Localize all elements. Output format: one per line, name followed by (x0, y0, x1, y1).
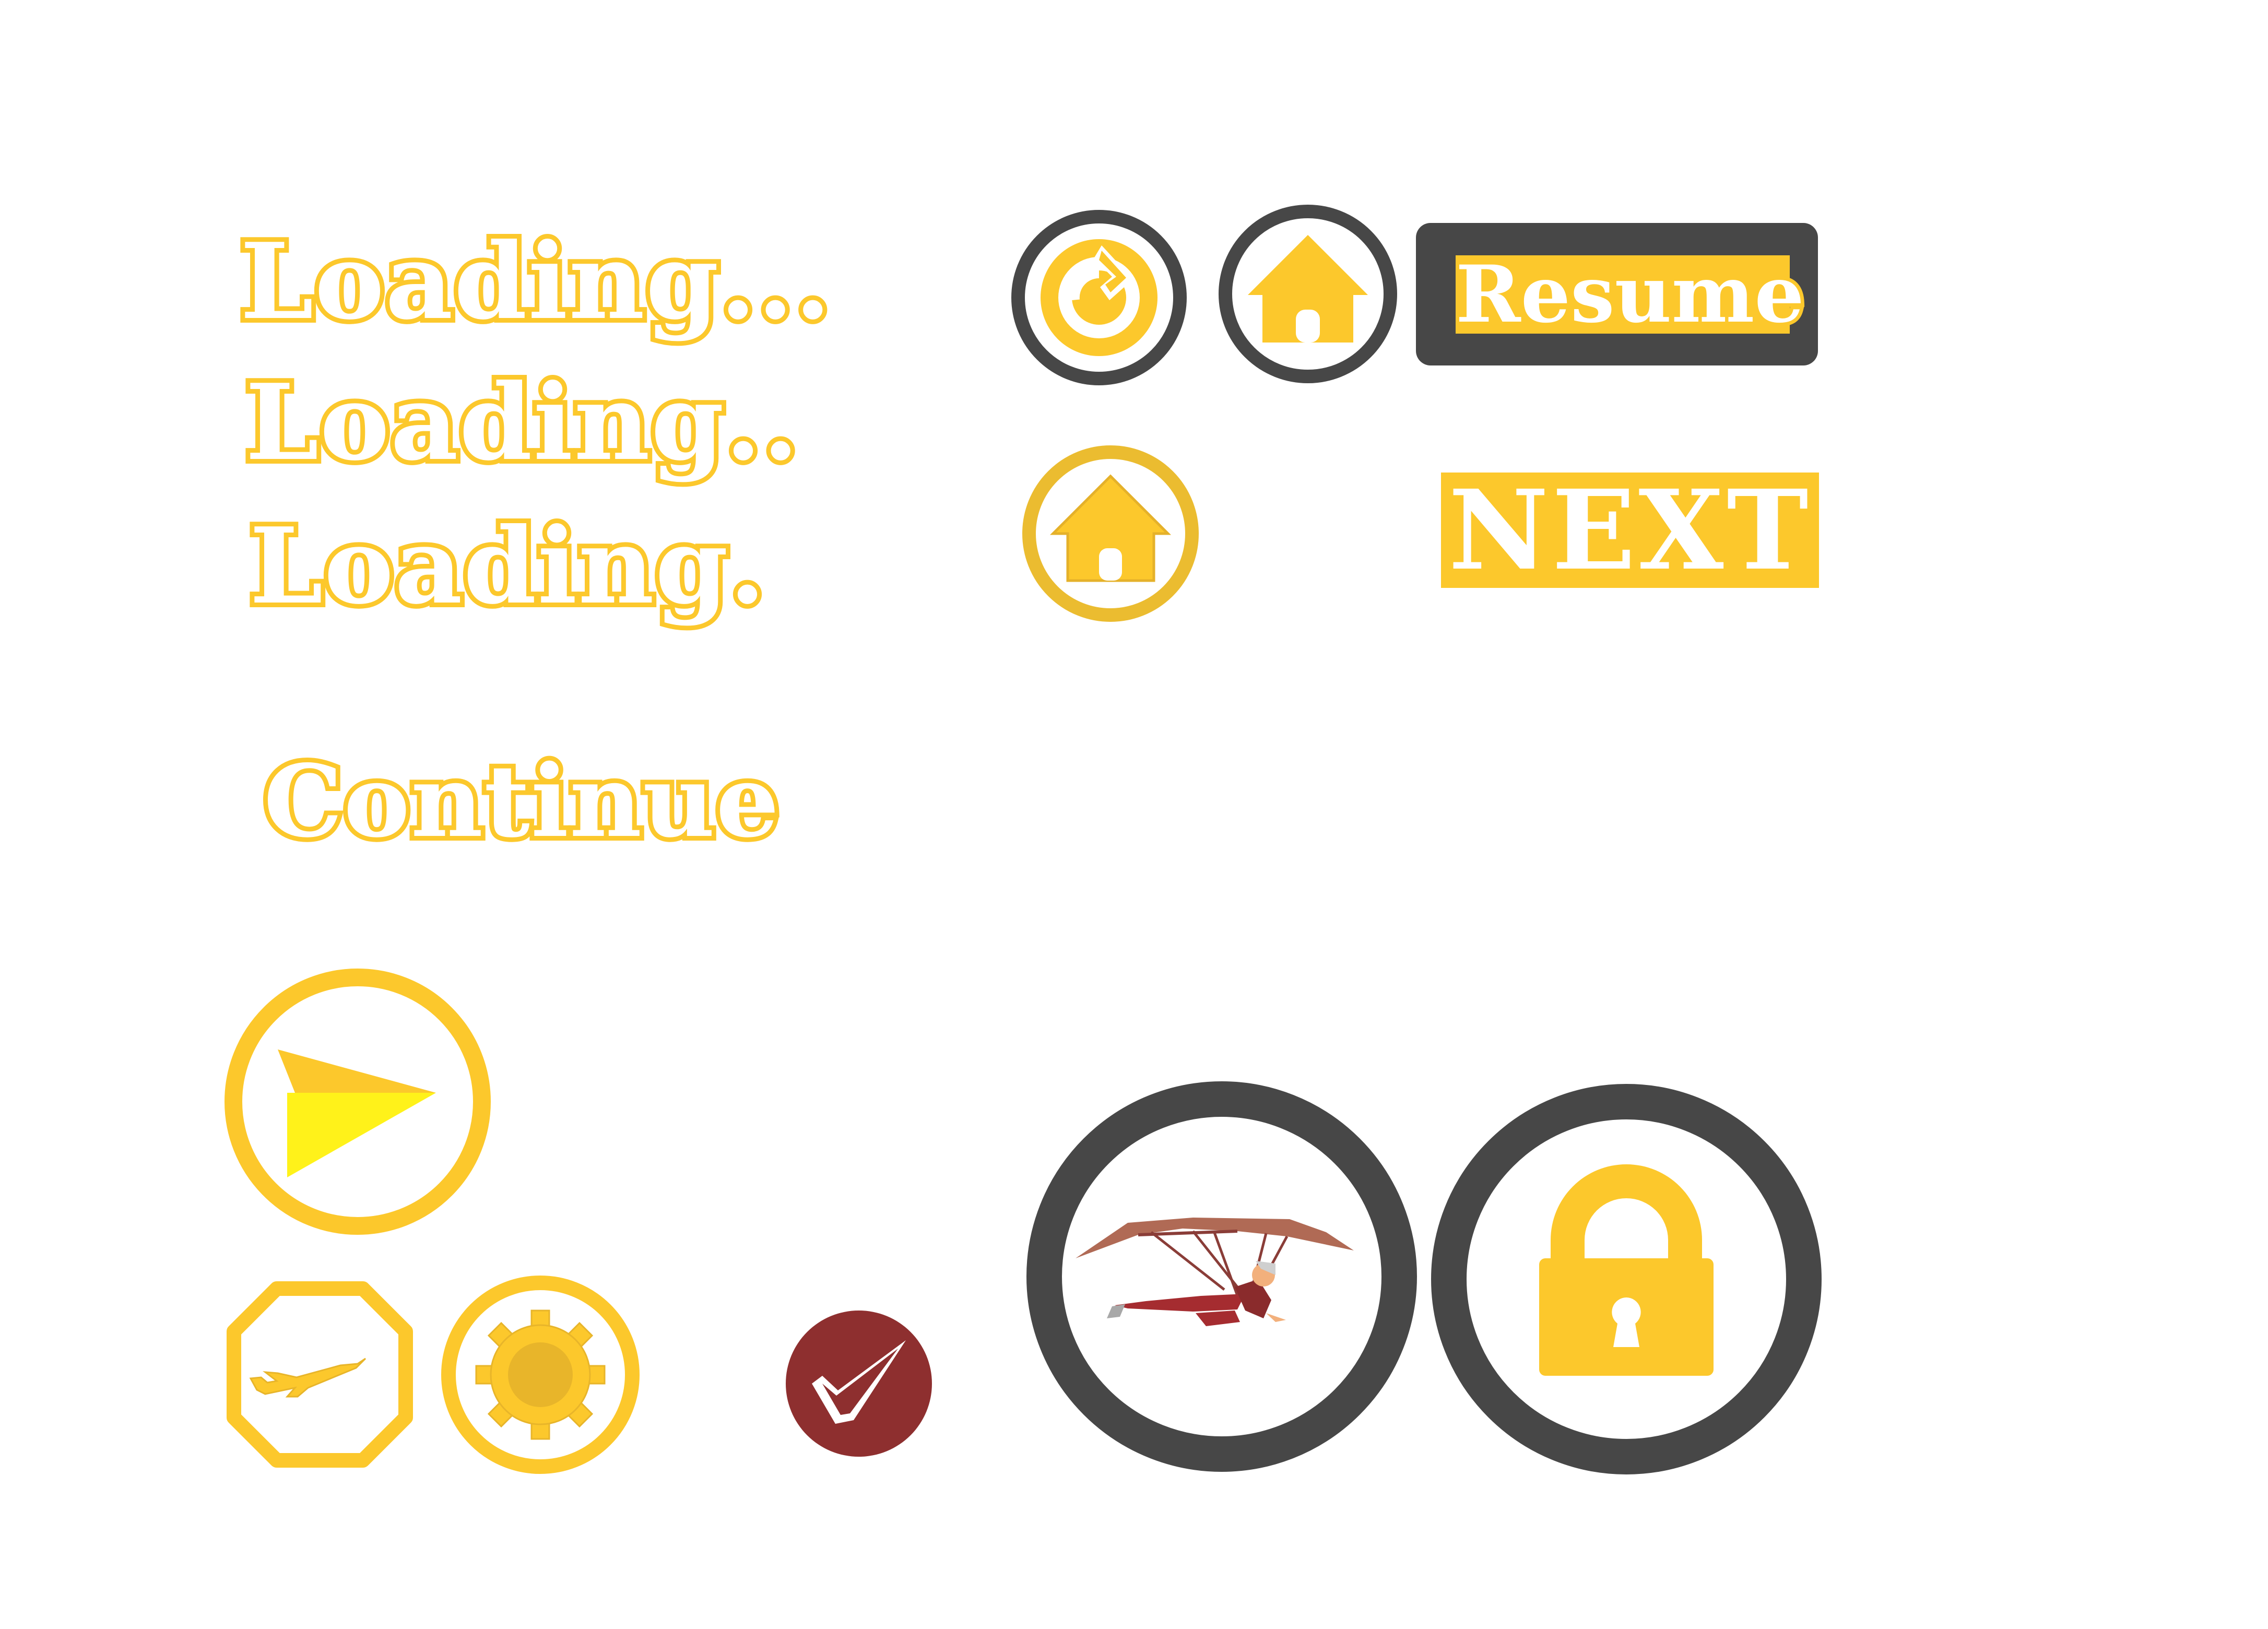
home-icon (1022, 445, 1199, 622)
loading-text-two-dots: Loading.. (241, 361, 804, 484)
resume-label-backdrop: Resume (1452, 249, 1808, 340)
level-button-hang-glider[interactable] (1026, 1081, 1418, 1472)
resume-button[interactable]: Resume (1416, 223, 1818, 365)
level-button-locked[interactable] (1431, 1083, 1822, 1475)
settings-button[interactable] (439, 1273, 642, 1477)
airplane-icon (227, 1281, 413, 1468)
continue-button[interactable]: Continue (259, 747, 784, 856)
loading-text-three-dots: Loading... (235, 220, 836, 343)
gear-icon (441, 1276, 640, 1474)
play-button[interactable] (225, 969, 491, 1235)
home-button[interactable] (1216, 203, 1399, 385)
resume-label: Resume (1452, 249, 1808, 340)
airplane-button[interactable] (219, 1274, 420, 1475)
home-button-gold[interactable] (1021, 444, 1201, 624)
home-icon (1219, 205, 1397, 383)
restart-icon (1011, 210, 1187, 385)
padlock-icon (1431, 1084, 1822, 1474)
play-arrow-icon (225, 969, 491, 1235)
checkmark-icon (786, 1311, 932, 1457)
next-label: NEXT (1448, 466, 1812, 595)
next-button[interactable]: NEXT (1441, 473, 1819, 588)
loading-text-one-dot: Loading. (245, 505, 770, 628)
restart-button[interactable] (1010, 209, 1188, 386)
confirm-button[interactable] (783, 1308, 935, 1459)
hang-glider-icon (1026, 1081, 1417, 1472)
